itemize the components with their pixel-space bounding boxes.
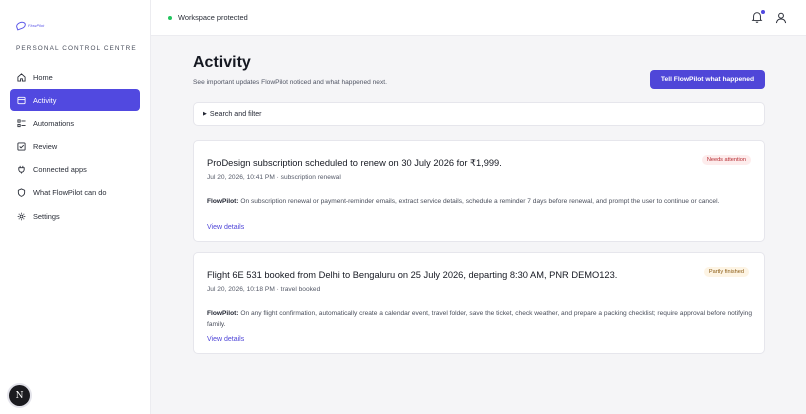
- flowpilot-logo[interactable]: FlowPilot: [15, 20, 45, 30]
- sidebar-item-label: Review: [33, 142, 58, 152]
- sidebar-nav: Home Activity Automations Review Connect…: [10, 66, 140, 228]
- tell-flowpilot-button[interactable]: Tell FlowPilot what happened: [650, 70, 765, 89]
- sidebar-item-connected-apps[interactable]: Connected apps: [10, 159, 140, 181]
- filter-label: Search and filter: [209, 110, 262, 118]
- account-button[interactable]: [775, 11, 788, 24]
- activity-icon: [16, 95, 26, 105]
- page-subtitle: See important updates FlowPilot noticed …: [193, 79, 387, 86]
- sidebar-item-label: Activity: [33, 95, 57, 105]
- view-details-link[interactable]: View details: [207, 224, 244, 231]
- sidebar-item-label: Settings: [33, 211, 60, 221]
- search-and-filter-toggle[interactable]: ▶ Search and filter: [193, 102, 765, 126]
- status-dot-icon: [168, 15, 172, 20]
- activity-title: Flight 6E 531 booked from Delhi to Benga…: [207, 270, 618, 280]
- assistant-avatar-button[interactable]: N: [9, 385, 30, 406]
- automations-icon: [16, 118, 26, 128]
- notifications-button[interactable]: [751, 10, 765, 24]
- sidebar-item-review[interactable]: Review: [10, 136, 140, 158]
- gear-icon: [16, 211, 26, 221]
- plug-icon: [16, 165, 26, 175]
- description-text: On subscription renewal or payment-remin…: [240, 198, 720, 205]
- sidebar-item-home[interactable]: Home: [10, 66, 140, 88]
- description-label: FlowPilot:: [207, 198, 239, 205]
- home-icon: [16, 72, 26, 82]
- sidebar-item-label: Automations: [33, 118, 75, 128]
- page-title: Activity: [193, 54, 251, 71]
- workspace-status: Workspace protected: [168, 13, 248, 22]
- description-text: On any flight confirmation, automaticall…: [207, 310, 753, 328]
- activity-description: FlowPilot: On subscription renewal or pa…: [207, 197, 757, 208]
- activity-card: ProDesign subscription scheduled to rene…: [193, 140, 765, 242]
- sidebar-item-label: Connected apps: [33, 165, 87, 175]
- logo-mark-icon: [15, 20, 27, 30]
- view-details-link[interactable]: View details: [207, 336, 244, 343]
- status-badge: Needs attention: [701, 155, 751, 165]
- sidebar-section-label: PERSONAL CONTROL CENTRE: [16, 45, 137, 52]
- activity-meta: Jul 20, 2026, 10:18 PM · travel booked: [207, 286, 321, 293]
- sidebar-item-label: What FlowPilot can do: [33, 188, 107, 198]
- activity-title: ProDesign subscription scheduled to rene…: [207, 158, 502, 168]
- notification-dot-icon: [761, 10, 765, 14]
- user-icon: [775, 12, 787, 24]
- activity-card: Flight 6E 531 booked from Delhi to Benga…: [193, 252, 765, 354]
- sidebar-item-automations[interactable]: Automations: [10, 112, 140, 134]
- description-label: FlowPilot:: [207, 310, 239, 317]
- sidebar-item-activity[interactable]: Activity: [10, 89, 140, 112]
- status-badge: Partly finished: [703, 267, 749, 277]
- sidebar-item-settings[interactable]: Settings: [10, 205, 140, 227]
- sidebar-item-capabilities[interactable]: What FlowPilot can do: [10, 182, 140, 204]
- logo-text: FlowPilot: [28, 22, 45, 28]
- sidebar-item-label: Home: [33, 72, 53, 82]
- shield-icon: [16, 188, 26, 198]
- caret-right-icon: ▶: [203, 111, 207, 117]
- top-bar: Workspace protected: [151, 0, 806, 36]
- activity-meta: Jul 20, 2026, 10:41 PM · subscription re…: [207, 174, 341, 181]
- review-icon: [16, 142, 26, 152]
- status-text: Workspace protected: [178, 13, 248, 22]
- activity-description: FlowPilot: On any flight confirmation, a…: [207, 309, 757, 331]
- sidebar: FlowPilot PERSONAL CONTROL CENTRE Home A…: [0, 0, 151, 414]
